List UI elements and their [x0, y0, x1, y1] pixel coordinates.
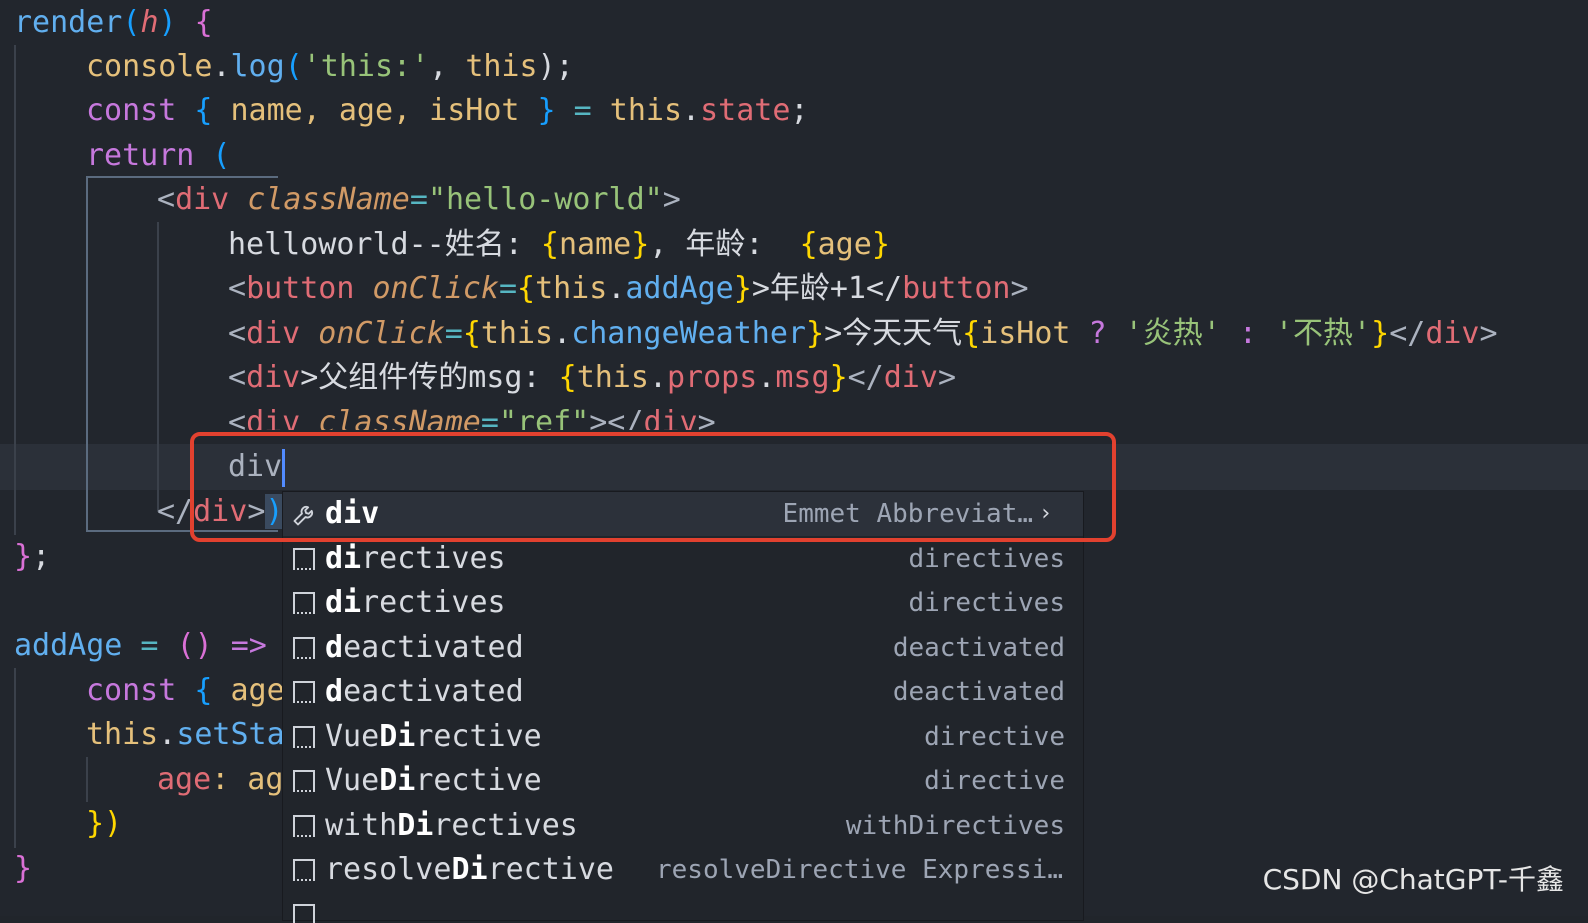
code-line-2: console.log('this:', this);	[86, 49, 574, 84]
indent-guide	[14, 45, 16, 535]
code-line-8: <div onClick={this.changeWeather}>今天天气{i…	[228, 316, 1498, 351]
watermark: CSDN @ChatGPT-千鑫	[1262, 863, 1564, 896]
suggestion-item[interactable]: withDirectives withDirectives	[283, 804, 1083, 848]
suggestion-widget[interactable]: div Emmet Abbreviat… › directives directi…	[282, 491, 1084, 923]
code-line-4: return (	[86, 138, 231, 173]
text-icon	[293, 904, 315, 923]
indent-guide	[86, 757, 88, 802]
code-line-13: };	[14, 539, 51, 574]
suggestion-item[interactable]: resolveDirective resolveDirective Express…	[283, 848, 1083, 892]
suggestion-item[interactable]: deactivated deactivated	[283, 626, 1083, 670]
code-line-20: }	[14, 851, 33, 886]
suggestion-detail: deactivated	[892, 677, 1065, 707]
suggestion-detail: directives	[908, 588, 1065, 618]
text-icon	[293, 859, 315, 881]
code-line-6: helloworld--姓名: {name}, 年龄: {age}	[228, 227, 890, 262]
suggestion-item[interactable]: VueDirective directive	[283, 715, 1083, 759]
indent-guide	[14, 668, 16, 848]
text-icon	[293, 592, 315, 614]
annotation-highlight-box	[190, 432, 1116, 542]
text-icon	[293, 681, 315, 703]
suggestion-detail: deactivated	[892, 633, 1065, 663]
suggestion-item[interactable]: VueDirective directive	[283, 759, 1083, 803]
suggestion-detail: withDirectives	[845, 811, 1065, 841]
code-line-15: addAge = () =>	[14, 628, 267, 663]
text-icon	[293, 815, 315, 837]
text-icon	[293, 548, 315, 570]
code-line-18: age: ag	[157, 762, 284, 797]
code-line-7: <button onClick={this.addAge}>年龄+1</butt…	[228, 271, 1029, 306]
code-line-19: })	[86, 806, 123, 841]
suggestion-item[interactable]: deactivated deactivated	[283, 670, 1083, 714]
code-line-10: <div className="ref"></div>	[228, 405, 716, 430]
suggestion-detail: directive	[924, 722, 1065, 752]
suggestion-item-partial[interactable]	[283, 893, 1083, 923]
code-line-17: this.setSta	[86, 717, 285, 752]
text-icon	[293, 770, 315, 792]
text-icon	[293, 637, 315, 659]
suggestion-item[interactable]: directives directives	[283, 537, 1083, 581]
text-icon	[293, 726, 315, 748]
code-line-1: render(h) {	[14, 5, 213, 40]
suggestion-detail: resolveDirective Expressi…	[656, 855, 1063, 885]
code-line-3: const { name, age, isHot } = this.state;	[86, 93, 809, 128]
suggestion-detail: directive	[924, 766, 1065, 796]
code-line-5: <div className="hello-world">	[157, 182, 681, 217]
code-line-9: <div>父组件传的msg: {this.props.msg}</div>	[228, 360, 956, 395]
code-line-16: const { age	[86, 673, 285, 708]
suggestion-detail: directives	[908, 544, 1065, 574]
suggestion-item[interactable]: directives directives	[283, 581, 1083, 625]
